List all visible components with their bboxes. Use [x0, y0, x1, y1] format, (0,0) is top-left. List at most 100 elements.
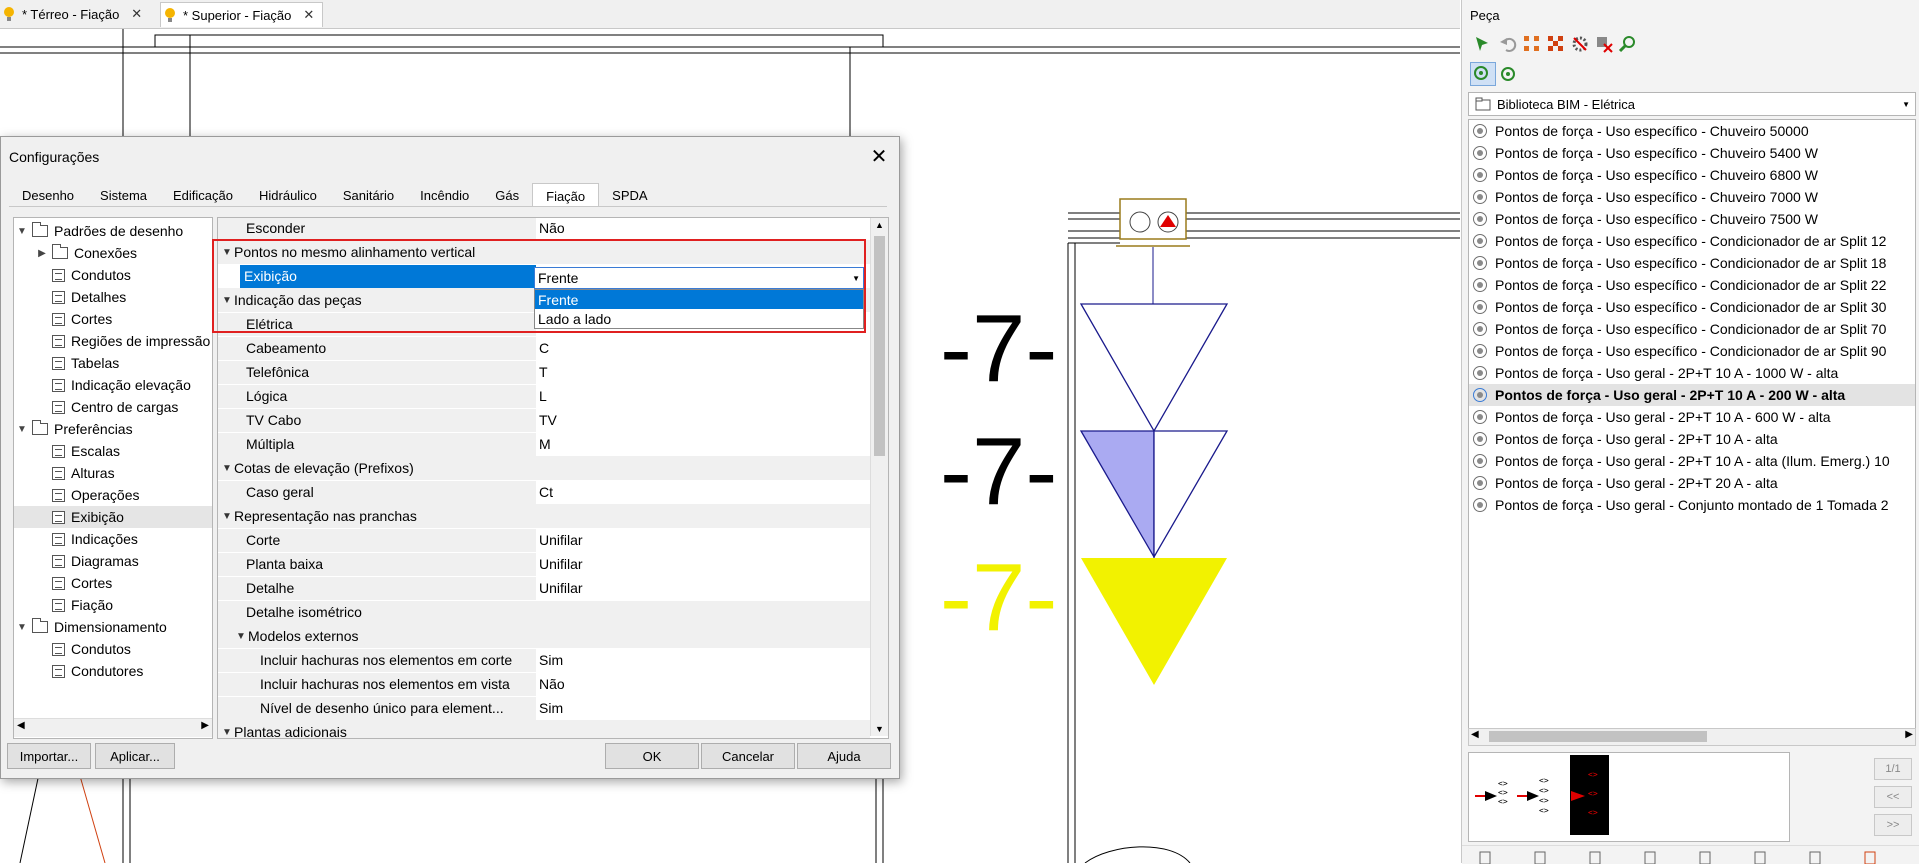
chevron-down-icon[interactable]: ▼	[220, 727, 234, 738]
property-value[interactable]: Unifilar	[536, 552, 873, 576]
chevron-right-icon[interactable]: ▶	[36, 248, 48, 259]
grid-select-icon[interactable]	[1522, 34, 1542, 54]
list-item[interactable]: Pontos de força - Uso específico - Condi…	[1469, 230, 1915, 252]
list-item[interactable]: Pontos de força - Uso geral - 2P+T 20 A …	[1469, 472, 1915, 494]
property-value[interactable]: M	[536, 432, 873, 456]
display-combo[interactable]: Frente ▼	[534, 267, 864, 289]
property-value[interactable]: Sim	[536, 648, 873, 672]
grid-select-all-icon[interactable]	[1546, 34, 1566, 54]
tree-item[interactable]: ▼ Padrões de desenho	[16, 220, 183, 242]
tab-edificação[interactable]: Edificação	[160, 183, 246, 205]
outlet-symbol-2[interactable]	[1079, 430, 1229, 560]
document-tab[interactable]: * Superior - Fiação ✕	[160, 2, 324, 27]
library-list[interactable]: Pontos de força - Uso específico - Chuve…	[1468, 119, 1916, 731]
grid-property[interactable]: Planta baixa Unifilar	[218, 552, 873, 577]
scroll-down-icon[interactable]: ▼	[875, 724, 884, 734]
list-item[interactable]: Pontos de força - Uso geral - Conjunto m…	[1469, 494, 1915, 516]
scroll-thumb[interactable]	[874, 236, 885, 456]
scroll-left-icon[interactable]: ◀	[17, 720, 25, 731]
tree-item[interactable]: Operações	[36, 484, 139, 506]
tree-item[interactable]: Condutores	[36, 660, 143, 682]
property-value[interactable]	[536, 600, 873, 624]
next-page-button[interactable]: >>	[1874, 814, 1912, 836]
list-item[interactable]: Pontos de força - Uso geral - 2P+T 10 A …	[1469, 450, 1915, 472]
tree-item[interactable]: Alturas	[36, 462, 115, 484]
horizontal-scrollbar[interactable]: ◀ ▶	[1468, 728, 1916, 746]
grid-property[interactable]: Telefônica T	[218, 360, 873, 385]
tree-item[interactable]: Regiões de impressão	[36, 330, 210, 352]
list-item[interactable]: Pontos de força - Uso geral - 2P+T 10 A …	[1469, 406, 1915, 428]
property-value[interactable]: L	[536, 384, 873, 408]
close-icon[interactable]: ✕	[867, 145, 891, 169]
close-icon[interactable]: ✕	[303, 7, 314, 23]
tab-sanitário[interactable]: Sanitário	[330, 183, 407, 205]
tree-item[interactable]: Diagramas	[36, 550, 139, 572]
chevron-down-icon[interactable]: ▼	[220, 247, 234, 258]
chevron-down-icon[interactable]: ▼	[220, 511, 234, 522]
tab-fiação[interactable]: Fiação	[532, 183, 600, 206]
grid-property[interactable]: Corte Unifilar	[218, 528, 873, 553]
tree-item[interactable]: Exibição	[14, 506, 212, 528]
grid-property[interactable]: Múltipla M	[218, 432, 873, 457]
zoom-icon[interactable]	[1618, 34, 1638, 54]
grid-property[interactable]: Lógica L	[218, 384, 873, 409]
chevron-down-icon[interactable]: ▼	[16, 424, 28, 435]
ok-button[interactable]: OK	[605, 743, 699, 769]
settings-icon[interactable]	[1570, 34, 1590, 54]
property-value[interactable]: Não	[536, 218, 873, 240]
grid-property[interactable]: Cabeamento C	[218, 336, 873, 361]
tree-item[interactable]: Condutos	[36, 264, 131, 286]
grid-property[interactable]: Caso geral Ct	[218, 480, 873, 505]
insert-area-icon[interactable]	[1498, 64, 1518, 84]
tree-item[interactable]: Fiação	[36, 594, 113, 616]
bottom-toolbar-icons[interactable]	[1462, 846, 1919, 865]
property-value[interactable]: Unifilar	[536, 528, 873, 552]
chevron-down-icon[interactable]: ▼	[16, 622, 28, 633]
dropdown-option[interactable]: Frente	[535, 290, 863, 309]
import-button[interactable]: Importar...	[7, 743, 91, 769]
grid-property[interactable]: Detalhe Unifilar	[218, 576, 873, 601]
tree-item[interactable]: ▶ Conexões	[36, 242, 137, 264]
property-value[interactable]: Sim	[536, 696, 873, 720]
list-item[interactable]: Pontos de força - Uso específico - Chuve…	[1469, 142, 1915, 164]
tree-item[interactable]: Condutos	[36, 638, 131, 660]
grid-property[interactable]: Detalhe isométrico	[218, 600, 873, 625]
delete-icon[interactable]	[1594, 34, 1614, 54]
chevron-down-icon[interactable]: ▼	[234, 631, 248, 642]
property-value[interactable]: T	[536, 360, 873, 384]
grid-property[interactable]: Incluir hachuras nos elementos em corte S…	[218, 648, 873, 673]
list-item[interactable]: Pontos de força - Uso específico - Chuve…	[1469, 208, 1915, 230]
close-icon[interactable]: ✕	[131, 6, 142, 22]
vertical-scrollbar[interactable]: ▲ ▼	[870, 218, 888, 736]
tab-spda[interactable]: SPDA	[599, 183, 660, 205]
tree-item[interactable]: Indicação elevação	[36, 374, 191, 396]
grid-category[interactable]: ▼ Modelos externos	[218, 624, 870, 649]
tree-item[interactable]: Tabelas	[36, 352, 119, 374]
apply-button[interactable]: Aplicar...	[95, 743, 175, 769]
cancel-button[interactable]: Cancelar	[701, 743, 795, 769]
tree-item[interactable]: Indicações	[36, 528, 138, 550]
insert-mode-button[interactable]	[1470, 62, 1496, 86]
library-select[interactable]: Biblioteca BIM - Elétrica ▼	[1468, 92, 1916, 116]
grid-property[interactable]: Incluir hachuras nos elementos em vista N…	[218, 672, 873, 697]
tree-item[interactable]: Cortes	[36, 572, 112, 594]
list-item[interactable]: Pontos de força - Uso específico - Condi…	[1469, 252, 1915, 274]
panel-symbol[interactable]	[1116, 198, 1190, 247]
tab-incêndio[interactable]: Incêndio	[407, 183, 482, 205]
document-tab[interactable]: * Térreo - Fiação ✕	[0, 2, 150, 26]
tree-item[interactable]: Escalas	[36, 440, 120, 462]
scroll-right-icon[interactable]: ▶	[201, 720, 209, 731]
list-item[interactable]: Pontos de força - Uso específico - Condi…	[1469, 274, 1915, 296]
tree-item[interactable]: ▼ Dimensionamento	[16, 616, 167, 638]
tab-hidráulico[interactable]: Hidráulico	[246, 183, 330, 205]
property-value[interactable]: C	[536, 336, 873, 360]
grid-property[interactable]: TV Cabo TV	[218, 408, 873, 433]
tree-item[interactable]: Centro de cargas	[36, 396, 178, 418]
grid-property[interactable]: Esconder Não	[218, 218, 873, 241]
property-value[interactable]: Ct	[536, 480, 873, 504]
scroll-up-icon[interactable]: ▲	[875, 220, 884, 230]
list-item[interactable]: Pontos de força - Uso geral - 2P+T 10 A …	[1469, 384, 1915, 406]
tab-desenho[interactable]: Desenho	[9, 183, 87, 205]
list-item[interactable]: Pontos de força - Uso específico - Condi…	[1469, 296, 1915, 318]
property-value[interactable]: Não	[536, 672, 873, 696]
